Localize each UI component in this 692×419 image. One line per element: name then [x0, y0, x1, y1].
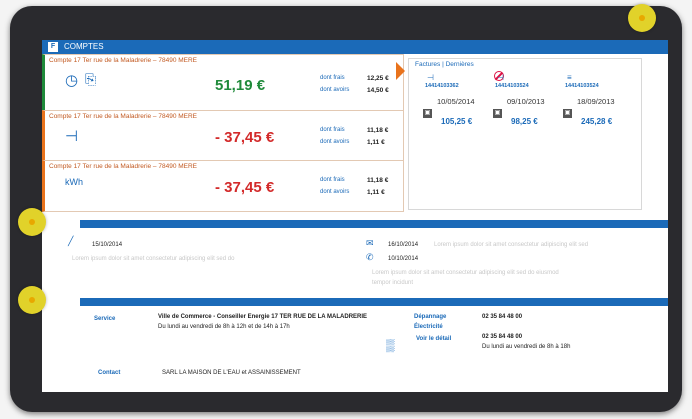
invoice-item[interactable]: ≡ 14414103524 18/09/2013 ▣ 245,28 €	[563, 73, 635, 153]
credit-label: dont avoirs	[320, 189, 350, 195]
credit-value: 14,50 €	[367, 87, 389, 94]
credit-label: dont avoirs	[320, 87, 350, 93]
fees-label: dont frais	[320, 75, 345, 81]
account-balance: - 37,45 €	[215, 129, 275, 146]
pencil-icon: ╱	[68, 236, 74, 246]
fees-label: dont frais	[320, 177, 345, 183]
calendar-icon: ▣	[563, 109, 572, 118]
contact-text: Ville de Commerce - Conseiller Energie 1…	[158, 314, 368, 320]
clock-icon: ◷	[65, 72, 79, 89]
contact-label: Dépannage	[414, 314, 447, 320]
message-text: Lorem ipsum dolor sit amet consectetur a…	[72, 256, 235, 262]
invoice-account[interactable]: 14414103362	[425, 83, 459, 89]
kwh-icon: ≡	[567, 73, 572, 82]
calendar-icon: ▣	[423, 109, 432, 118]
account-card[interactable]: Compte 17 Ter rue de la Maladrerie – 784…	[42, 110, 404, 162]
contact-hours: Du lundi au vendredi de 8h à 12h et de 1…	[158, 324, 290, 330]
contact-subtitle: Électricité	[414, 324, 443, 330]
invoice-date: 09/10/2013	[507, 97, 545, 106]
invoice-item[interactable]: ⊣ 14414103524 09/10/2013 ▣ 98,25 €	[493, 73, 565, 153]
plug-icon: ⊣	[497, 73, 504, 82]
recent-invoices-panel: Factures | Dernières ⊣ 14414103362 10/05…	[408, 58, 642, 210]
message-text: tempor incidunt	[372, 280, 414, 286]
account-label: Compte 17 Ter rue de la Maladrerie – 784…	[49, 57, 198, 64]
credit-value: 1,11 €	[367, 189, 385, 196]
app-screen: F COMPTES Compte 17 Ter rue de la Maladr…	[42, 40, 668, 392]
message-text: Lorem ipsum dolor sit amet consectetur a…	[372, 270, 559, 276]
invoice-amount: 105,25 €	[441, 117, 473, 126]
invoice-amount: 245,28 €	[581, 117, 613, 126]
kwh-icon: kWh	[65, 177, 83, 187]
contact-link[interactable]: Voir le détail	[416, 336, 451, 342]
invoice-account[interactable]: 14414103524	[495, 83, 529, 89]
fees-value: 11,18 €	[367, 177, 389, 184]
account-label: Compte 17 Ter rue de la Maladrerie – 784…	[49, 113, 198, 120]
plug-icon: ⊣	[427, 73, 434, 82]
phone-hours: Du lundi au vendredi de 8h à 18h	[482, 344, 571, 350]
account-label: Compte 17 Ter rue de la Maladrerie – 784…	[49, 163, 198, 170]
credit-label: dont avoirs	[320, 139, 350, 145]
phone-number[interactable]: 02 35 84 48 00	[482, 314, 522, 320]
contacts-section-bar	[80, 298, 668, 306]
phone-icon: ✆	[366, 252, 374, 262]
callout-marker	[628, 4, 656, 32]
calendar-icon: ▣	[493, 109, 502, 118]
fees-value: 12,25 €	[367, 75, 389, 82]
envelope-icon: ✉	[366, 238, 374, 248]
account-card[interactable]: Compte 17 Ter rue de la Maladrerie – 784…	[42, 160, 404, 212]
callout-marker	[18, 208, 46, 236]
account-card[interactable]: Compte 17 Ter rue de la Maladrerie – 784…	[42, 54, 404, 112]
tablet-bezel: F COMPTES Compte 17 Ter rue de la Maladr…	[10, 6, 682, 412]
invoice-amount: 98,25 €	[511, 117, 538, 126]
invoice-item[interactable]: ⊣ 14414103362 10/05/2014 ▣ 105,25 €	[423, 73, 495, 153]
invoice-date: 10/05/2014	[437, 97, 475, 106]
contact-label: Contact	[98, 370, 121, 376]
account-balance: - 37,45 €	[215, 179, 275, 196]
app-logo-icon: F	[48, 42, 58, 52]
document-icon: ⎘	[85, 71, 97, 87]
fees-value: 11,18 €	[367, 127, 389, 134]
phone-number[interactable]: 02 35 84 48 00	[482, 334, 522, 340]
top-bar: F COMPTES	[42, 40, 668, 54]
callout-marker	[18, 286, 46, 314]
selected-arrow-icon	[396, 62, 405, 80]
message-date: 16/10/2014	[388, 242, 419, 248]
message-date: 15/10/2014	[92, 242, 123, 248]
invoice-date: 18/09/2013	[577, 97, 615, 106]
messages-section-bar	[80, 220, 668, 228]
message-text: Lorem ipsum dolor sit amet consectetur a…	[434, 242, 589, 248]
page-title: COMPTES	[64, 42, 104, 51]
account-balance: 51,19 €	[215, 77, 266, 94]
fees-label: dont frais	[320, 127, 345, 133]
recent-invoices-title: Factures | Dernières	[415, 61, 474, 68]
building-icon: ▒	[386, 338, 395, 352]
message-date: 10/10/2014	[388, 256, 419, 262]
contact-text: SARL LA MAISON DE L'EAU et ASSAINISSEMEN…	[162, 370, 301, 376]
invoice-account[interactable]: 14414103524	[565, 83, 599, 89]
credit-value: 1,11 €	[367, 139, 385, 146]
contact-label: Service	[94, 316, 116, 322]
plug-icon: ⊣	[65, 128, 79, 145]
